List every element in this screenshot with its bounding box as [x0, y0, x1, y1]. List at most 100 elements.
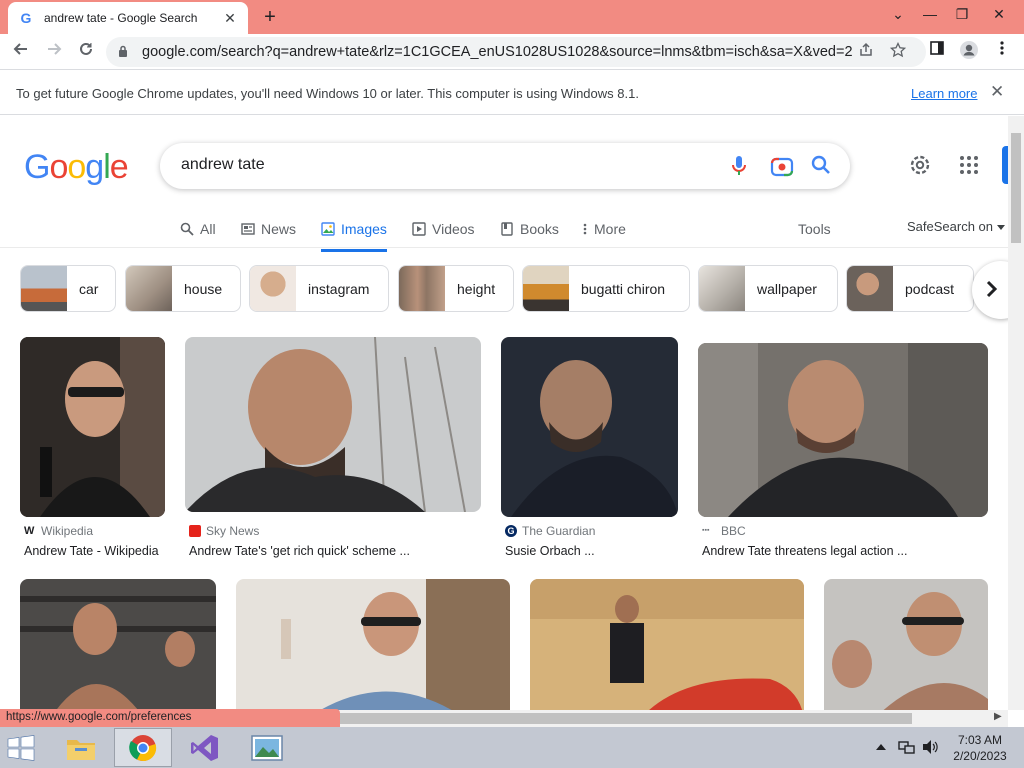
- forward-arrow-icon: [48, 43, 62, 55]
- result-image[interactable]: [20, 337, 165, 517]
- tab-all[interactable]: All: [180, 216, 216, 242]
- result-source[interactable]: ▪▪▪ BBC: [702, 524, 746, 538]
- clock-time: 7:03 AM: [957, 733, 1003, 747]
- visual-studio-icon: [191, 734, 218, 761]
- tab-search-chevron-icon[interactable]: ⌄: [886, 4, 910, 24]
- chrome-taskbar-button[interactable]: [114, 728, 172, 767]
- search-results-page: Google andrew tate All News Images Video…: [0, 116, 1008, 710]
- safesearch-toggle[interactable]: SafeSearch on: [907, 219, 1005, 234]
- chip-thumbnail: [21, 266, 67, 311]
- tab-images[interactable]: Images: [321, 216, 387, 252]
- result-title[interactable]: Susie Orbach ...: [505, 544, 595, 558]
- image-icon: [321, 222, 335, 236]
- volume-icon[interactable]: [922, 739, 938, 755]
- horizontal-scroll-thumb[interactable]: [340, 713, 912, 724]
- restore-button[interactable]: ❐: [950, 4, 974, 24]
- chrome-menu-icon[interactable]: [990, 40, 1014, 64]
- guardian-icon: G: [505, 525, 517, 537]
- tab-news[interactable]: News: [241, 216, 296, 242]
- result-source[interactable]: G The Guardian: [505, 524, 595, 538]
- google-lens-camera-icon[interactable]: [770, 155, 794, 177]
- result-image[interactable]: [530, 579, 804, 710]
- visual-studio-taskbar-button[interactable]: [176, 728, 234, 767]
- back-arrow-icon: [13, 43, 27, 55]
- learn-more-link[interactable]: Learn more: [911, 86, 977, 101]
- infobar-close-icon[interactable]: ✕: [990, 82, 1004, 102]
- tab-more[interactable]: More: [582, 216, 626, 242]
- forward-button[interactable]: [42, 40, 66, 64]
- share-icon[interactable]: [856, 42, 876, 62]
- result-image[interactable]: [824, 579, 988, 710]
- new-tab-button[interactable]: +: [260, 6, 280, 28]
- picture-viewer-icon: [251, 734, 283, 761]
- chip-thumbnail: [126, 266, 172, 311]
- bookmark-star-icon[interactable]: [888, 41, 908, 62]
- result-source[interactable]: W Wikipedia: [24, 524, 93, 538]
- chip-bugatti-chiron[interactable]: bugatti chiron: [522, 265, 690, 312]
- chip-wallpaper[interactable]: wallpaper: [698, 265, 838, 312]
- tab-close-icon[interactable]: ✕: [222, 10, 238, 27]
- result-image[interactable]: [185, 337, 481, 512]
- search-box[interactable]: andrew tate: [160, 143, 850, 189]
- google-logo[interactable]: Google: [24, 148, 129, 187]
- show-hidden-icons-caret-icon[interactable]: [876, 743, 886, 751]
- tab-books[interactable]: Books: [500, 216, 559, 242]
- caret-down-icon: [996, 225, 1005, 230]
- windows-start-icon[interactable]: [6, 735, 36, 761]
- result-source[interactable]: Sky News: [189, 524, 259, 538]
- infobar-message: To get future Google Chrome updates, you…: [16, 86, 639, 101]
- close-window-button[interactable]: ✕: [987, 4, 1011, 24]
- back-button[interactable]: [9, 40, 33, 64]
- profile-avatar-icon[interactable]: [957, 40, 981, 64]
- link-status-bubble: https://www.google.com/preferences: [0, 709, 340, 727]
- chrome-icon: [129, 734, 157, 761]
- chip-podcast[interactable]: podcast: [846, 265, 974, 312]
- chip-thumbnail: [699, 266, 745, 311]
- search-query[interactable]: andrew tate: [181, 156, 265, 174]
- search-submit-icon[interactable]: [810, 154, 832, 176]
- google-favicon-icon: G: [20, 10, 32, 26]
- related-search-chips: car house instagram height bugatti chiro…: [20, 265, 1008, 313]
- chip-thumbnail: [250, 266, 296, 311]
- result-title[interactable]: Andrew Tate threatens legal action ...: [702, 544, 907, 558]
- result-image[interactable]: [236, 579, 510, 710]
- file-explorer-taskbar-button[interactable]: [52, 728, 110, 767]
- chip-height[interactable]: height: [398, 265, 514, 312]
- chip-house[interactable]: house: [125, 265, 241, 312]
- clock-date: 2/20/2023: [953, 749, 1007, 763]
- address-bar[interactable]: google.com/search?q=andrew+tate&rlz=1C1G…: [106, 37, 926, 67]
- play-icon: [412, 222, 426, 236]
- scroll-right-arrow-icon[interactable]: ▶: [994, 711, 1002, 722]
- reload-button[interactable]: [74, 40, 98, 64]
- chip-thumbnail: [847, 266, 893, 311]
- tab-videos[interactable]: Videos: [412, 216, 475, 242]
- vertical-scrollbar[interactable]: [1008, 116, 1024, 710]
- result-title[interactable]: Andrew Tate's 'get rich quick' scheme ..…: [189, 544, 410, 558]
- folder-icon: [67, 739, 95, 760]
- microphone-icon[interactable]: [730, 155, 748, 177]
- network-icon[interactable]: [898, 739, 916, 755]
- wikipedia-icon: W: [24, 525, 35, 537]
- news-icon: [241, 223, 255, 235]
- tools-button[interactable]: Tools: [798, 221, 831, 237]
- photos-taskbar-button[interactable]: [238, 728, 296, 767]
- vertical-scroll-thumb[interactable]: [1011, 133, 1021, 243]
- system-clock[interactable]: 7:03 AM 2/20/2023: [952, 732, 1008, 764]
- result-image[interactable]: [698, 343, 988, 517]
- chip-car[interactable]: car: [20, 265, 116, 312]
- more-vert-icon: [583, 223, 587, 235]
- minimize-button[interactable]: —: [918, 4, 942, 24]
- chip-instagram[interactable]: instagram: [249, 265, 389, 312]
- side-panel-icon[interactable]: [925, 40, 949, 64]
- book-icon: [501, 222, 513, 236]
- google-apps-grid-icon[interactable]: [960, 156, 978, 174]
- result-image[interactable]: [501, 337, 678, 517]
- result-title[interactable]: Andrew Tate - Wikipedia: [24, 544, 159, 558]
- result-image[interactable]: [20, 579, 216, 710]
- search-icon: [180, 222, 194, 236]
- search-nav-tabs: All News Images Videos Books More Tools …: [0, 212, 1008, 252]
- browser-toolbar: google.com/search?q=andrew+tate&rlz=1C1G…: [0, 34, 1024, 70]
- browser-tab[interactable]: G andrew tate - Google Search ✕: [8, 2, 248, 34]
- settings-gear-icon[interactable]: [908, 153, 932, 177]
- reload-icon: [80, 42, 92, 55]
